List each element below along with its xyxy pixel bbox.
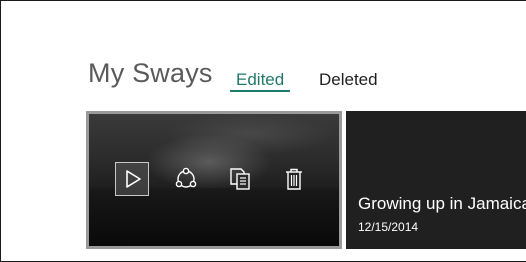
delete-button[interactable] bbox=[277, 162, 311, 196]
duplicate-button[interactable] bbox=[223, 162, 257, 196]
share-icon bbox=[175, 167, 197, 188]
share-button[interactable] bbox=[169, 162, 203, 196]
card-info: Growing up in Jamaica 12/15/2014 bbox=[358, 194, 526, 234]
play-button[interactable] bbox=[115, 162, 149, 196]
page-header: My Sways bbox=[88, 58, 213, 98]
tab-edited[interactable]: Edited bbox=[236, 70, 284, 90]
sway-card-selected[interactable] bbox=[86, 111, 342, 249]
play-icon bbox=[126, 170, 141, 188]
sway-card[interactable]: Growing up in Jamaica 12/15/2014 bbox=[346, 111, 526, 249]
card-title: Growing up in Jamaica bbox=[358, 194, 526, 213]
card-actions bbox=[115, 162, 311, 196]
active-tab-indicator bbox=[230, 90, 290, 92]
card-date: 12/15/2014 bbox=[358, 220, 419, 234]
delete-icon bbox=[286, 168, 302, 190]
tab-deleted[interactable]: Deleted bbox=[319, 70, 378, 90]
duplicate-icon bbox=[230, 168, 250, 190]
page-title: My Sways bbox=[88, 58, 213, 88]
